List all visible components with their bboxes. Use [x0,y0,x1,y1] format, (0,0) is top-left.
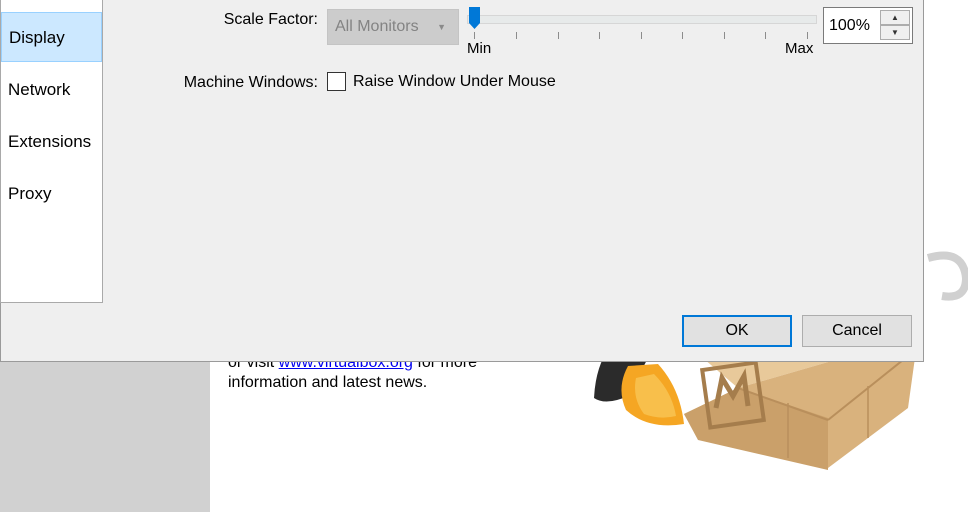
scale-factor-slider[interactable]: Min Max [467,5,817,61]
ok-button[interactable]: OK [682,315,792,347]
chevron-down-icon: ▼ [437,22,446,32]
scale-factor-value[interactable]: 100% [829,8,870,43]
slider-tick [724,32,725,39]
scale-factor-label: Scale Factor: [223,11,318,28]
slider-tick [765,32,766,39]
settings-category-list: Display Network Extensions Proxy [0,0,103,303]
monitor-select[interactable]: All Monitors ▼ [327,9,459,45]
slider-tick [807,32,808,39]
monitor-select-value: All Monitors [335,18,419,35]
spin-up-icon[interactable]: ▲ [880,10,910,25]
slider-tick [641,32,642,39]
spin-down-icon[interactable]: ▼ [880,25,910,40]
scale-factor-spinbox[interactable]: 100% ▲ ▼ [823,7,913,44]
slider-tick [682,32,683,39]
nav-item-extensions[interactable]: Extensions [1,117,102,167]
slider-tick [599,32,600,39]
slider-max-label: Max [785,40,814,57]
machine-windows-label: Machine Windows: [183,74,318,91]
welcome-text-line2: information and latest news. [228,374,428,391]
raise-window-checkbox[interactable] [327,72,346,91]
slider-min-label: Min [467,40,492,57]
preferences-dialog: Display Network Extensions Proxy Scale F… [0,0,924,362]
slider-tick [516,32,517,39]
slider-tick [474,32,475,39]
slider-track[interactable] [467,15,817,24]
raise-window-label[interactable]: Raise Window Under Mouse [353,73,556,91]
cancel-button[interactable]: Cancel [802,315,912,347]
nav-item-display[interactable]: Display [1,12,102,62]
nav-item-proxy[interactable]: Proxy [1,169,102,219]
slider-tick [558,32,559,39]
slider-handle[interactable] [469,7,480,29]
nav-item-network[interactable]: Network [1,65,102,115]
